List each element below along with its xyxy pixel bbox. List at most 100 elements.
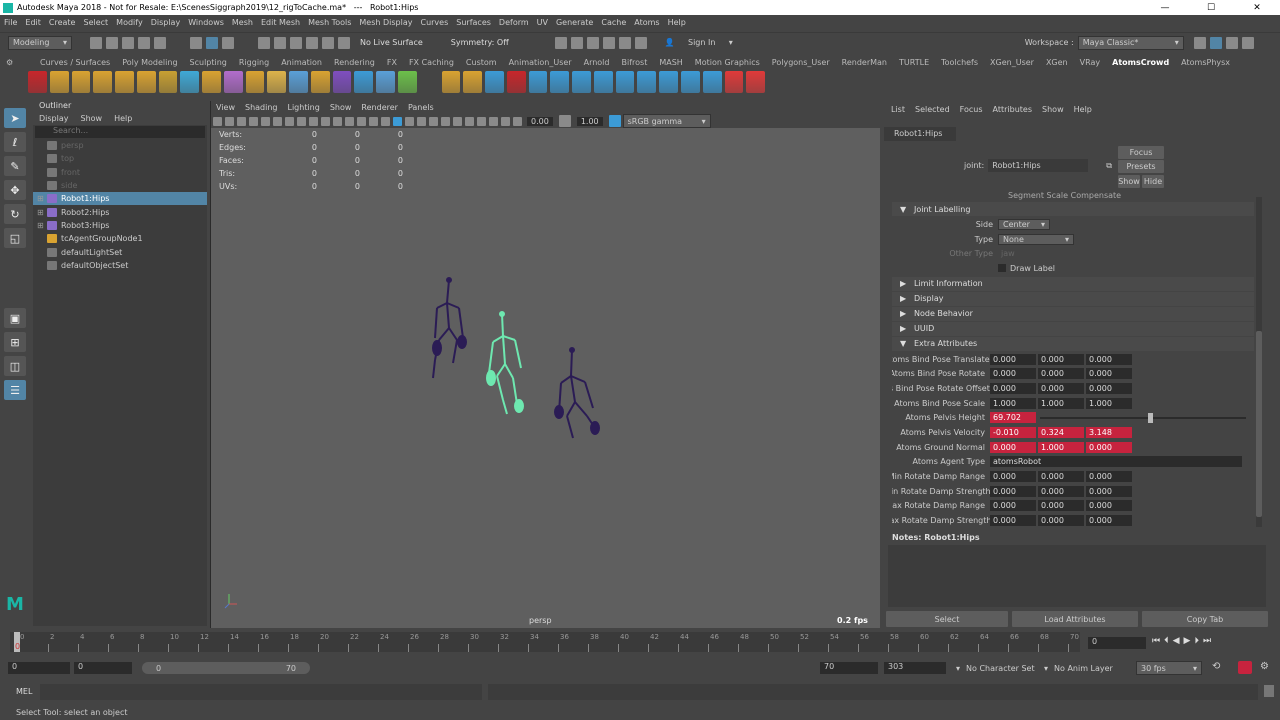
attr-field[interactable]: 0.324 [1038,427,1084,439]
step-back-icon[interactable]: ⏴ [1164,636,1173,646]
attr-field[interactable]: 0.000 [990,382,1036,394]
outliner-item[interactable]: persp [33,139,207,152]
shelf-tool-3-icon[interactable] [71,71,91,93]
attr-field[interactable]: 0.000 [1086,500,1132,512]
component-mode-icon[interactable] [222,36,234,49]
select-tool-icon[interactable]: ➤ [4,108,26,128]
shelf-tab-poly-modeling[interactable]: Poly Modeling [122,58,177,67]
menu-edit-mesh[interactable]: Edit Mesh [261,18,300,27]
menu-uv[interactable]: UV [537,18,548,27]
hypershade-icon[interactable] [618,36,631,49]
shelf-tab-mash[interactable]: MASH [659,58,682,67]
gamma-icon[interactable] [558,115,571,127]
attr-field[interactable]: 0.000 [1038,382,1084,394]
shelf-tool-27-icon[interactable] [593,71,613,93]
menu-select[interactable]: Select [83,18,108,27]
four-view-layout-icon[interactable]: ⊞ [4,332,26,352]
ipr-render-icon[interactable] [586,36,599,49]
fps-dropdown[interactable]: 30 fps ▾ [1136,661,1202,675]
viewport-tool-20-icon[interactable] [440,116,450,126]
minimize-button[interactable]: — [1142,3,1188,13]
attr-field[interactable]: 0.000 [1038,471,1084,483]
shelf-settings-icon[interactable]: ⚙ [6,58,28,67]
attr-field[interactable]: -0.010 [990,427,1036,439]
shelf-tool-14-icon[interactable] [310,71,330,93]
attr-field[interactable]: 0.000 [1086,353,1132,365]
section-joint-labelling[interactable]: ▼ Joint Labelling [892,202,1254,216]
redo-icon[interactable] [154,36,166,49]
move-tool-icon[interactable]: ✥ [4,180,26,200]
shelf-tab-xgen[interactable]: XGen [1046,58,1068,67]
viewport-tool-15-icon[interactable] [380,116,390,126]
menu-create[interactable]: Create [49,18,76,27]
viewport-tool-16-icon[interactable] [392,116,402,126]
paint-select-icon[interactable]: ✎ [4,156,26,176]
go-to-end-icon[interactable]: ⏭ [1203,636,1215,646]
shelf-tool-29-icon[interactable] [637,71,657,93]
shelf-tool-18-icon[interactable] [398,71,417,93]
menu-surfaces[interactable]: Surfaces [456,18,491,27]
viewport-tool-18-icon[interactable] [416,116,426,126]
shelf-tab-atomsphysx[interactable]: AtomsPhysx [1181,58,1230,67]
colorspace-dropdown[interactable]: sRGB gamma ▾ [622,114,711,128]
attr-menu-selected[interactable]: Selected [915,105,950,114]
shelf-tab-fx-caching[interactable]: FX Caching [409,58,454,67]
type-dropdown[interactable]: None ▾ [998,233,1074,245]
step-forward-icon[interactable]: ⏵ [1194,636,1203,646]
panel-layout-icon[interactable] [1225,36,1238,49]
vp-menu-renderer[interactable]: Renderer [361,103,398,112]
outliner-item[interactable]: top [33,152,207,165]
shelf-tool-10-icon[interactable] [223,71,243,93]
shelf-tab-animation-user[interactable]: Animation_User [509,58,572,67]
snap-grid-icon[interactable] [258,36,270,49]
maximize-button[interactable]: ☐ [1188,3,1234,13]
color-management-icon[interactable] [608,115,621,127]
shelf-tool-30-icon[interactable] [659,71,678,93]
shelf-tool-15-icon[interactable] [332,71,352,93]
attr-field[interactable]: 1.000 [990,397,1036,409]
menu-mesh-tools[interactable]: Mesh Tools [308,18,351,27]
shelf-tool-24-icon[interactable] [528,71,548,93]
section-uuid[interactable]: ▶ UUID [892,321,1254,336]
shelf-tool-33-icon[interactable] [724,71,744,93]
joint-name-field[interactable]: Robot1:Hips [988,159,1089,172]
section-node-behavior[interactable]: ▶ Node Behavior [892,306,1254,321]
attr-menu-focus[interactable]: Focus [960,105,983,114]
rotate-tool-icon[interactable]: ↻ [4,204,26,224]
shelf-tab-sculpting[interactable]: Sculpting [190,58,227,67]
shelf-tab-curves-surfaces[interactable]: Curves / Surfaces [40,58,110,67]
shelf-tool-4-icon[interactable] [93,71,113,93]
hierarchy-mode-icon[interactable] [190,36,202,49]
menu-atoms[interactable]: Atoms [634,18,659,27]
attr-field[interactable]: 3.148 [1086,427,1132,439]
viewport-tool-17-icon[interactable] [404,116,414,126]
section-extra-attributes[interactable]: ▼ Extra Attributes [892,336,1254,351]
range-bar[interactable]: 0 70 [142,662,310,674]
shelf-tool-5-icon[interactable] [115,71,134,93]
exposure-field[interactable]: 0.00 [527,116,553,126]
viewport-tool-19-icon[interactable] [428,116,438,126]
viewport-tool-9-icon[interactable] [308,116,318,126]
snap-curve-icon[interactable] [274,36,286,49]
attr-field[interactable]: 0.000 [1086,471,1132,483]
undo-icon[interactable] [138,36,150,49]
attr-menu-show[interactable]: Show [1042,105,1064,114]
focus-button[interactable]: Focus [1118,146,1164,159]
attr-field[interactable]: 0.000 [990,368,1036,380]
shelf-tool-25-icon[interactable] [550,71,570,93]
snap-surface-icon[interactable] [322,36,334,49]
shelf-tool-7-icon[interactable] [158,71,178,93]
viewport-tool-14-icon[interactable] [368,116,378,126]
shelf-tool-34-icon[interactable] [746,71,766,93]
shelf-tool-20-icon[interactable] [441,71,461,93]
viewport-tool-22-icon[interactable] [464,116,474,126]
workspace-dropdown[interactable]: Maya Classic* ▾ [1077,35,1184,50]
shelf-tab-rigging[interactable]: Rigging [239,58,269,67]
expand-icon[interactable]: ⊞ [37,221,47,230]
presets-button[interactable]: Presets [1118,160,1164,173]
shelf-tool-12-icon[interactable] [267,71,287,93]
notes-textarea[interactable] [888,545,1266,607]
shelf-tool-26-icon[interactable] [572,71,591,93]
shelf-tool-9-icon[interactable] [202,71,221,93]
close-button[interactable]: ✕ [1234,3,1280,13]
